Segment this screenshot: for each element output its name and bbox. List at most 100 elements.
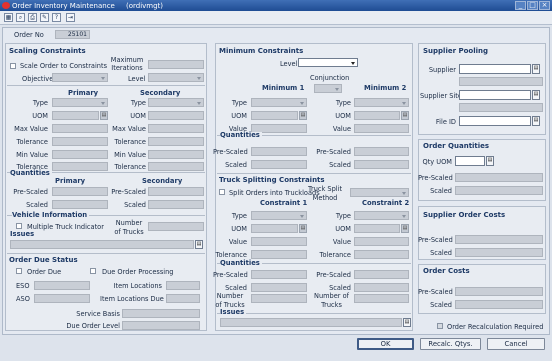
supplier-site-lov-icon[interactable]: ▤ <box>532 90 540 100</box>
item-locations-field[interactable] <box>166 281 200 290</box>
c1-value-field[interactable] <box>251 237 307 246</box>
supplier-lov-icon[interactable]: ▤ <box>532 64 540 74</box>
qty-uom-lov-icon[interactable]: ▤ <box>486 156 494 166</box>
oq-scaled-field[interactable] <box>455 186 543 195</box>
c2-pre-scaled-field[interactable] <box>354 270 409 279</box>
notes-icon[interactable]: ✎ <box>40 13 49 22</box>
split-orders-checkbox[interactable] <box>219 189 225 195</box>
min2-type-select[interactable] <box>354 98 409 107</box>
min2-uom-field[interactable] <box>354 111 400 120</box>
min2-scaled-field[interactable] <box>354 160 409 169</box>
close-button[interactable]: × <box>539 1 550 10</box>
min1-uom-field[interactable] <box>251 111 298 120</box>
supplier-field[interactable] <box>459 64 531 74</box>
exit-icon[interactable]: ⇥ <box>66 13 75 22</box>
file-id-lov-icon[interactable]: ▤ <box>532 116 540 126</box>
c1-pre-scaled-field[interactable] <box>251 270 307 279</box>
print-icon[interactable]: ⎙ <box>28 13 37 22</box>
due-order-level-field[interactable] <box>122 321 200 330</box>
item-locations-due-field[interactable] <box>166 294 200 303</box>
recalc-qtys-button[interactable]: Recalc. Qtys. <box>420 338 481 350</box>
secondary-pre-scaled-field[interactable] <box>148 187 204 196</box>
c1-type-select[interactable] <box>251 211 307 220</box>
order-due-checkbox[interactable] <box>16 268 22 274</box>
secondary-type-select[interactable] <box>148 98 204 107</box>
oc-pre-scaled-field[interactable] <box>455 287 543 296</box>
secondary-min-value-field[interactable] <box>148 150 204 159</box>
primary-type-select[interactable] <box>52 98 108 107</box>
oq-pre-scaled-field[interactable] <box>455 173 543 182</box>
help-icon[interactable]: ? <box>52 13 61 22</box>
issues-field[interactable] <box>10 240 194 249</box>
c2-number-of-trucks-field[interactable] <box>354 294 409 303</box>
c1-uom-field[interactable] <box>251 224 298 233</box>
primary-pre-scaled-field[interactable] <box>52 187 108 196</box>
min1-pre-scaled-field[interactable] <box>251 147 307 156</box>
multiple-truck-checkbox[interactable] <box>16 223 22 229</box>
conjunction-select[interactable] <box>314 84 342 93</box>
truck-issues-header: Issues <box>220 308 247 316</box>
c2-uom-field[interactable] <box>354 224 400 233</box>
service-basis-field[interactable] <box>122 309 200 318</box>
c1-scaled-field[interactable] <box>251 283 307 292</box>
secondary-max-value-field[interactable] <box>148 124 204 133</box>
edit-icon[interactable]: ▤ <box>403 318 411 327</box>
number-of-trucks-field[interactable] <box>148 222 204 231</box>
qty-uom-field[interactable] <box>455 156 485 166</box>
sc-pre-scaled-field[interactable] <box>455 235 543 244</box>
file-id-field[interactable] <box>459 116 531 126</box>
truck-issues-field[interactable] <box>220 318 402 327</box>
service-basis-label: Service Basis <box>76 310 120 318</box>
eso-field[interactable] <box>34 281 90 290</box>
primary-max-value-field[interactable] <box>52 124 108 133</box>
lov-icon[interactable]: ▤ <box>299 111 307 120</box>
c2-tolerance-field[interactable] <box>354 250 409 259</box>
c1-tolerance-field[interactable] <box>251 250 307 259</box>
primary-min-value-field[interactable] <box>52 150 108 159</box>
scale-order-checkbox[interactable] <box>10 63 16 69</box>
order-no-field[interactable]: 25101 <box>55 30 90 39</box>
primary-scaled-field[interactable] <box>52 200 108 209</box>
truck-quantities-header: Quantities <box>220 259 262 267</box>
oc-scaled-label: Scaled <box>430 301 452 309</box>
secondary-uom-field[interactable] <box>148 111 204 120</box>
save-icon[interactable]: ▦ <box>4 13 13 22</box>
primary-tolerance-field[interactable] <box>52 137 108 146</box>
secondary-scaled-field[interactable] <box>148 200 204 209</box>
min2-value-field[interactable] <box>354 124 409 133</box>
lov-icon[interactable]: ▤ <box>299 224 307 233</box>
secondary-tolerance-field[interactable] <box>148 137 204 146</box>
find-icon[interactable]: ⌕ <box>16 13 25 22</box>
min1-scaled-field[interactable] <box>251 160 307 169</box>
lov-icon[interactable]: ▤ <box>401 224 409 233</box>
secondary-min-tolerance-field[interactable] <box>148 162 204 171</box>
min1-type-select[interactable] <box>251 98 307 107</box>
oc-scaled-field[interactable] <box>455 300 543 309</box>
c2-number-of-trucks-label: Number of Trucks <box>314 292 349 309</box>
sc-pre-scaled-label: Pre-Scaled <box>418 236 453 244</box>
primary-uom-field[interactable] <box>52 111 99 120</box>
cancel-button[interactable]: Cancel <box>487 338 545 350</box>
sc-scaled-field[interactable] <box>455 248 543 257</box>
c2-value-field[interactable] <box>354 237 409 246</box>
max-iterations-field[interactable] <box>148 60 204 69</box>
maximize-button[interactable]: □ <box>527 1 538 10</box>
lov-icon[interactable]: ▤ <box>401 111 409 120</box>
aso-field[interactable] <box>34 294 90 303</box>
min2-pre-scaled-field[interactable] <box>354 147 409 156</box>
truck-split-method-select[interactable] <box>350 188 409 197</box>
objective-select[interactable] <box>52 73 108 82</box>
primary-min-tolerance-field[interactable] <box>52 162 108 171</box>
c1-number-of-trucks-field[interactable] <box>251 294 307 303</box>
c2-scaled-field[interactable] <box>354 283 409 292</box>
level-select[interactable] <box>148 73 204 82</box>
supplier-site-field[interactable] <box>459 90 531 100</box>
c2-type-select[interactable] <box>354 211 409 220</box>
minimize-button[interactable]: _ <box>515 1 526 10</box>
min-level-select[interactable] <box>298 58 358 67</box>
ok-button[interactable]: OK <box>357 338 414 350</box>
edit-icon[interactable]: ▤ <box>195 240 203 249</box>
number-of-trucks-label: Number of Trucks <box>114 219 144 236</box>
supplier-name-field <box>459 77 543 86</box>
due-processing-checkbox[interactable] <box>90 268 96 274</box>
